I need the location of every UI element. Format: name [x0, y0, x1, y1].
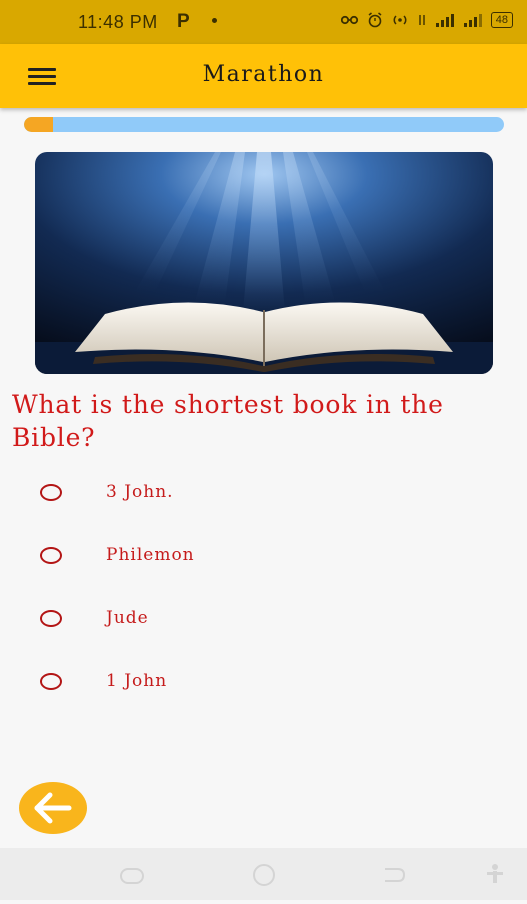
option-label: 3 John. [106, 482, 174, 502]
notification-dot-icon [212, 18, 217, 23]
radio-button-icon[interactable] [40, 547, 62, 564]
option-label: 1 John [106, 671, 168, 691]
quiz-progress-bar [24, 117, 504, 132]
home-icon[interactable] [253, 864, 275, 886]
option-label: Jude [106, 608, 149, 628]
system-navigation-bar [0, 848, 527, 900]
option-3-john[interactable]: 3 John. [40, 476, 480, 516]
app-bar: Marathon [0, 44, 527, 108]
radio-button-icon[interactable] [40, 673, 62, 690]
option-1-john[interactable]: 1 John [40, 665, 480, 705]
option-philemon[interactable]: Philemon [40, 539, 480, 579]
page-title: Marathon [202, 62, 325, 87]
option-label: Philemon [106, 545, 195, 565]
key-icon [340, 15, 358, 25]
recent-apps-icon[interactable] [120, 868, 144, 884]
back-button[interactable] [19, 782, 87, 834]
signal-icon-2 [463, 14, 482, 27]
status-time: 11:48 PM [78, 12, 158, 32]
option-jude[interactable]: Jude [40, 602, 480, 642]
radio-button-icon[interactable] [40, 484, 62, 501]
radio-button-icon[interactable] [40, 610, 62, 627]
alarm-icon [368, 12, 382, 28]
notification-p-icon: P [177, 11, 190, 32]
data-transfer-icon [419, 15, 425, 25]
arrow-left-icon [34, 792, 72, 824]
signal-icon-1 [435, 14, 454, 27]
back-nav-icon[interactable] [385, 868, 406, 882]
battery-icon: 48 [490, 12, 513, 28]
accessibility-icon[interactable] [487, 864, 503, 883]
hotspot-icon [393, 15, 407, 25]
question-image [35, 152, 493, 374]
status-bar: 11:48 PM P 48 [0, 0, 527, 44]
quiz-progress-fill [24, 117, 53, 132]
status-icons: 48 [340, 12, 513, 28]
question-text: What is the shortest book in the Bible? [12, 390, 444, 452]
open-bible-image [35, 152, 493, 374]
